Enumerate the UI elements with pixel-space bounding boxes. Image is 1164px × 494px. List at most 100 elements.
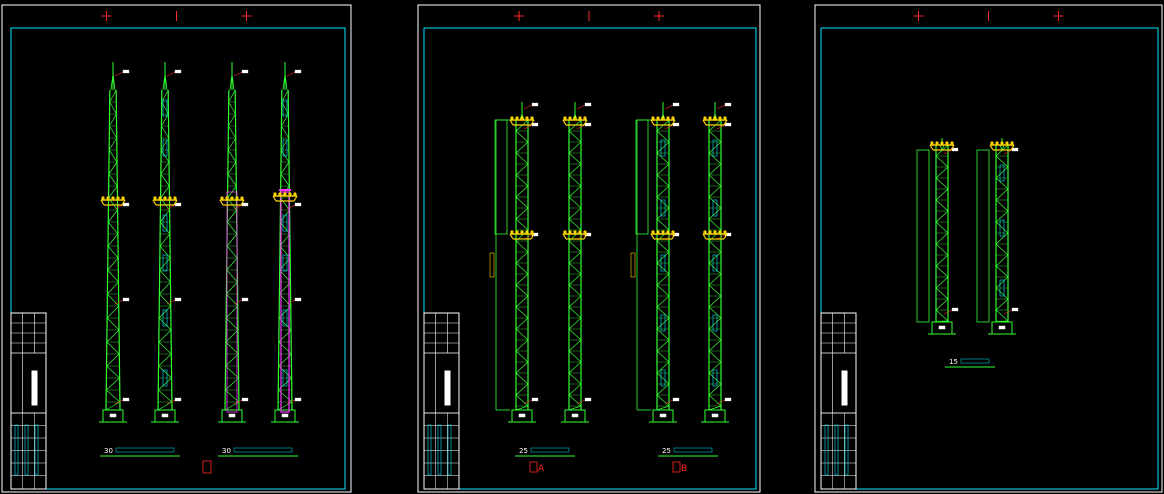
mast-brace [568, 383, 582, 396]
lamp-fixture [666, 116, 670, 120]
mast-brace [158, 353, 172, 367]
mast-brace [515, 163, 529, 176]
mast-caption: 30 [100, 447, 180, 457]
top-marker [101, 11, 112, 21]
mast-brace [158, 305, 171, 319]
mast-brace [995, 166, 1009, 179]
mast-brace [935, 254, 949, 267]
mast-brace [708, 251, 722, 264]
mast-brace [280, 173, 290, 187]
mast-brace [226, 257, 238, 271]
lamp-head [509, 230, 535, 240]
mast-brace [568, 240, 582, 253]
lamp-fixture [1005, 141, 1009, 145]
mast-brace [568, 350, 582, 363]
mast-brace [656, 218, 670, 231]
lamp-head [650, 230, 676, 240]
lamp-fixture [240, 196, 244, 200]
section-label [712, 139, 718, 157]
title-block [423, 312, 460, 490]
mast-brace [515, 185, 529, 198]
mast-brace [106, 305, 119, 319]
mast-brace [708, 383, 722, 396]
mast-brace [277, 401, 293, 411]
mast-brace [708, 317, 722, 330]
lamp-fixture [235, 196, 239, 200]
mast-brace [708, 361, 722, 374]
mast-brace [708, 240, 722, 253]
mast-brace [995, 210, 1009, 223]
title-text-strip [427, 424, 432, 476]
top-marker [654, 11, 664, 21]
mast-brace [228, 101, 236, 115]
mast-brace [995, 177, 1009, 190]
mast-brace [158, 377, 172, 391]
sheet-3: 15 [814, 4, 1163, 493]
callout-tag [724, 102, 732, 107]
mast-brace [228, 125, 237, 139]
caption-text: 25 [519, 447, 528, 455]
mast-brace [568, 317, 582, 330]
callout-tag [122, 397, 130, 402]
caption-glyphs [960, 358, 990, 364]
mast-brace [568, 262, 582, 275]
mast-brace [656, 130, 670, 143]
lamp-fixture [168, 196, 172, 200]
mast-brace [106, 389, 121, 403]
caption-text: 15 [949, 358, 958, 366]
callout-leader [286, 71, 296, 77]
lamp-fixture [510, 116, 514, 120]
mast-brace [708, 405, 722, 411]
lamp-fixture [101, 196, 105, 200]
title-text-strip [824, 424, 829, 476]
mast-brace [708, 350, 722, 363]
mast-brace [656, 317, 670, 330]
mast-brace [656, 240, 670, 253]
mast-brace [708, 130, 722, 143]
lamp-fixture [671, 116, 675, 120]
mast-brace [159, 233, 171, 247]
mast-brace [656, 361, 670, 374]
lamp-fixture [278, 192, 282, 196]
mast-brace [515, 328, 529, 341]
mast-brace [159, 221, 171, 235]
section-label [712, 369, 718, 387]
top-marker [241, 11, 252, 21]
lattice-mast [988, 138, 1019, 335]
callout-leader [716, 104, 726, 110]
callout-tag [174, 397, 182, 402]
lattice-mast [218, 62, 249, 423]
title-text-strip [844, 424, 849, 476]
section-label [999, 164, 1005, 182]
mast-brace [568, 394, 582, 407]
mast-brace [568, 196, 582, 209]
mast-brace [515, 141, 529, 154]
lamp-head [562, 230, 588, 240]
mast-caption: 30 [218, 447, 298, 457]
mast-brace [106, 329, 120, 343]
callout-tag [951, 147, 959, 152]
lamp-fixture [520, 116, 524, 120]
mast-brace [226, 221, 238, 235]
mast-brace [995, 188, 1009, 201]
dim-box [635, 119, 649, 235]
mast-brace [515, 350, 529, 363]
callout-leader [166, 71, 176, 77]
mast-brace [109, 113, 117, 127]
lattice-mast [508, 102, 539, 423]
title-bar [444, 370, 451, 406]
lamp-fixture [578, 230, 582, 234]
lamp-fixture [116, 196, 120, 200]
mast-brace [225, 329, 239, 343]
lamp-fixture [568, 230, 572, 234]
mast-brace [157, 401, 173, 411]
lamp-fixture [1010, 141, 1014, 145]
mast-brace [656, 350, 670, 363]
mast-brace [159, 245, 171, 259]
lamp-head [650, 116, 676, 126]
mast-brace [109, 89, 117, 103]
callout-tag [174, 297, 182, 302]
caption-glyphs [530, 447, 570, 453]
mast-brace [228, 89, 236, 103]
lamp-head [272, 192, 298, 202]
